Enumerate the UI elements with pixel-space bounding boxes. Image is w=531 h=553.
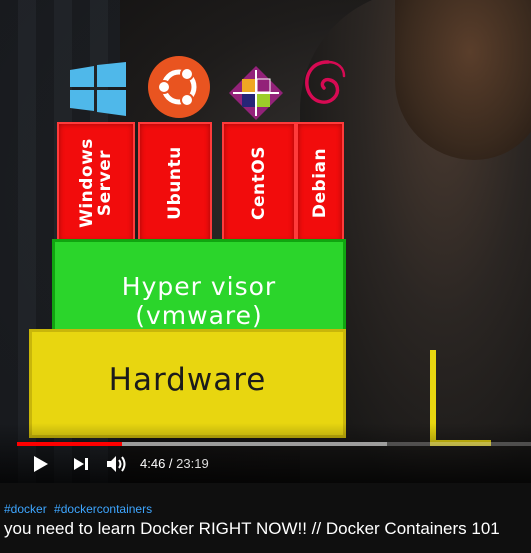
- skip-next-icon: [74, 458, 88, 470]
- os-label-windows-server: Windows Server: [77, 138, 115, 228]
- time-separator: /: [165, 456, 177, 471]
- volume-button[interactable]: [103, 452, 131, 476]
- video-player[interactable]: Windows Server Ubuntu CentOS Debian Hype…: [0, 0, 531, 483]
- video-title: you need to learn Docker RIGHT NOW!! // …: [4, 519, 500, 538]
- progress-bar[interactable]: [17, 442, 531, 446]
- centos-icon: [229, 66, 283, 120]
- next-button[interactable]: [68, 452, 94, 476]
- current-time: 4:46: [140, 456, 166, 471]
- duration: 23:19: [176, 456, 209, 471]
- hashtag-link[interactable]: #docker: [4, 502, 47, 516]
- hashtag-link[interactable]: #dockercontainers: [54, 502, 152, 516]
- windows-icon: [70, 62, 126, 116]
- os-label-ubuntu: Ubuntu: [165, 146, 185, 220]
- hardware-label: Hardware: [108, 362, 267, 398]
- os-block-debian: Debian: [296, 122, 344, 244]
- os-block-windows-server: Windows Server: [57, 122, 135, 244]
- os-label-centos: CentOS: [249, 146, 269, 220]
- hardware-layer: Hardware: [29, 329, 346, 438]
- ubuntu-icon: [148, 56, 210, 118]
- hypervisor-label: Hyper visor (vmware): [121, 272, 277, 330]
- play-icon: [34, 456, 48, 472]
- play-button[interactable]: [28, 452, 54, 476]
- volume-icon: [107, 456, 126, 472]
- os-block-centos: CentOS: [222, 122, 296, 244]
- progress-played: [17, 442, 123, 446]
- os-block-ubuntu: Ubuntu: [138, 122, 212, 244]
- hypervisor-layer: Hyper visor (vmware): [52, 239, 346, 335]
- os-label-debian: Debian: [310, 147, 330, 219]
- hashtags: #docker #dockercontainers: [4, 502, 156, 516]
- time-display: 4:46 / 23:19: [140, 456, 209, 471]
- debian-icon: [305, 60, 346, 104]
- os-logos: [0, 56, 531, 120]
